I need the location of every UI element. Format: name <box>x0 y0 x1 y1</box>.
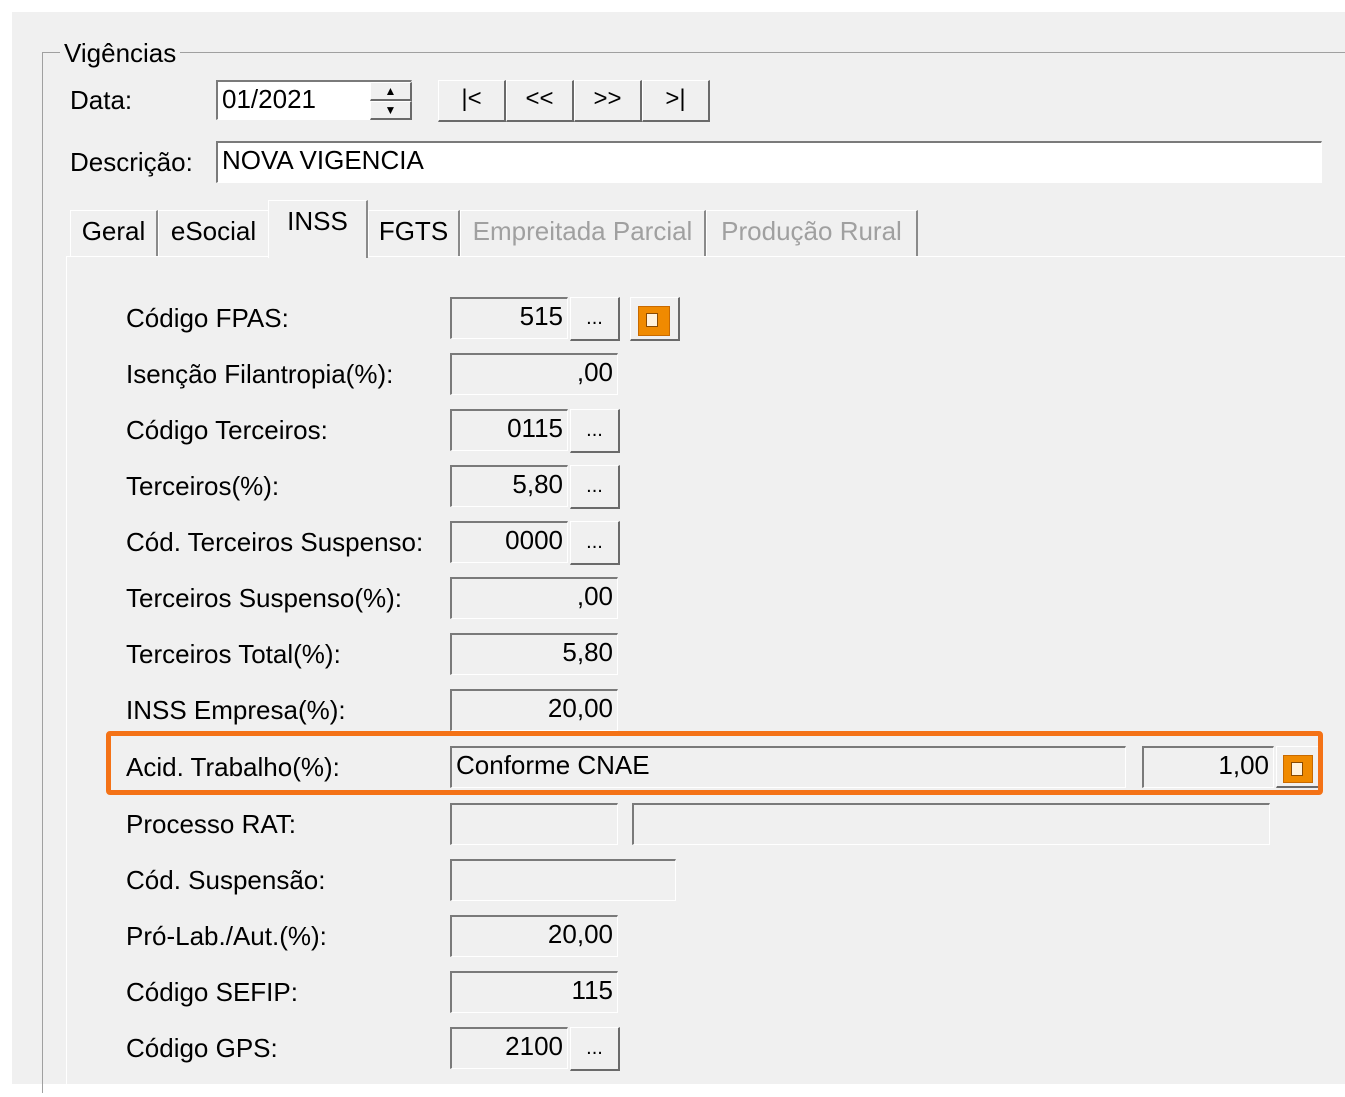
codigo-fpas-label: Código FPAS: <box>126 303 289 333</box>
acid-trabalho-highlight <box>106 731 1323 795</box>
date-spinner[interactable]: ▲ ▼ <box>370 82 412 120</box>
isencao-filantropia-field[interactable]: ,00 <box>450 353 618 395</box>
tab-producao-rural[interactable]: Produção Rural <box>706 210 918 256</box>
cod-suspensao-label: Cód. Suspensão: <box>126 865 326 895</box>
codigo-terceiros-field[interactable]: 0115 <box>450 409 568 451</box>
codigo-sefip-label: Código SEFIP: <box>126 977 298 1007</box>
first-button[interactable]: |< <box>438 80 506 122</box>
descricao-label: Descrição: <box>70 147 193 177</box>
next-button[interactable]: >> <box>574 80 642 122</box>
codigo-fpas-details-button[interactable] <box>630 297 680 341</box>
codigo-terceiros-lookup-button[interactable]: ... <box>570 409 620 453</box>
orange-document-icon <box>638 306 670 336</box>
cod-terceiros-suspenso-lookup-button[interactable]: ... <box>570 521 620 565</box>
tab-esocial[interactable]: eSocial <box>158 210 270 256</box>
cod-terceiros-suspenso-label: Cód. Terceiros Suspenso: <box>126 527 424 557</box>
inss-empresa-field[interactable]: 20,00 <box>450 689 618 731</box>
processo-rat-description-field[interactable] <box>632 803 1270 845</box>
terceiros-label: Terceiros(%): <box>126 471 280 501</box>
isencao-filantropia-label: Isenção Filantropia(%): <box>126 359 394 389</box>
terceiros-total-field[interactable]: 5,80 <box>450 633 618 675</box>
tab-inss[interactable]: INSS <box>268 200 368 258</box>
inss-empresa-label: INSS Empresa(%): <box>126 695 346 725</box>
processo-rat-field[interactable] <box>450 803 618 845</box>
codigo-fpas-lookup-button[interactable]: ... <box>570 297 620 341</box>
codigo-fpas-field[interactable]: 515 <box>450 297 568 339</box>
group-title: Vigências <box>60 38 181 68</box>
codigo-terceiros-label: Código Terceiros: <box>126 415 328 445</box>
terceiros-field[interactable]: 5,80 <box>450 465 568 507</box>
data-label: Data: <box>70 85 133 115</box>
tab-empreitada-parcial[interactable]: Empreitada Parcial <box>460 210 706 256</box>
descricao-field[interactable]: NOVA VIGENCIA <box>216 141 1322 183</box>
tab-fgts[interactable]: FGTS <box>368 210 460 256</box>
pro-lab-aut-field[interactable]: 20,00 <box>450 915 618 957</box>
pro-lab-aut-label: Pró-Lab./Aut.(%): <box>126 921 327 951</box>
cod-suspensao-field[interactable] <box>450 859 676 901</box>
terceiros-suspenso-field[interactable]: ,00 <box>450 577 618 619</box>
codigo-gps-lookup-button[interactable]: ... <box>570 1027 620 1071</box>
cod-terceiros-suspenso-field[interactable]: 0000 <box>450 521 568 563</box>
previous-button[interactable]: << <box>506 80 574 122</box>
spin-up-icon[interactable]: ▲ <box>370 82 412 101</box>
processo-rat-label: Processo RAT: <box>126 809 297 839</box>
last-button[interactable]: >| <box>642 80 710 122</box>
codigo-gps-field[interactable]: 2100 <box>450 1027 568 1069</box>
spin-down-icon[interactable]: ▼ <box>370 101 412 120</box>
terceiros-lookup-button[interactable]: ... <box>570 465 620 509</box>
codigo-gps-label: Código GPS: <box>126 1033 278 1063</box>
codigo-sefip-field[interactable]: 115 <box>450 971 618 1013</box>
terceiros-total-label: Terceiros Total(%): <box>126 639 341 669</box>
tab-geral[interactable]: Geral <box>70 210 158 256</box>
terceiros-suspenso-label: Terceiros Suspenso(%): <box>126 583 402 613</box>
